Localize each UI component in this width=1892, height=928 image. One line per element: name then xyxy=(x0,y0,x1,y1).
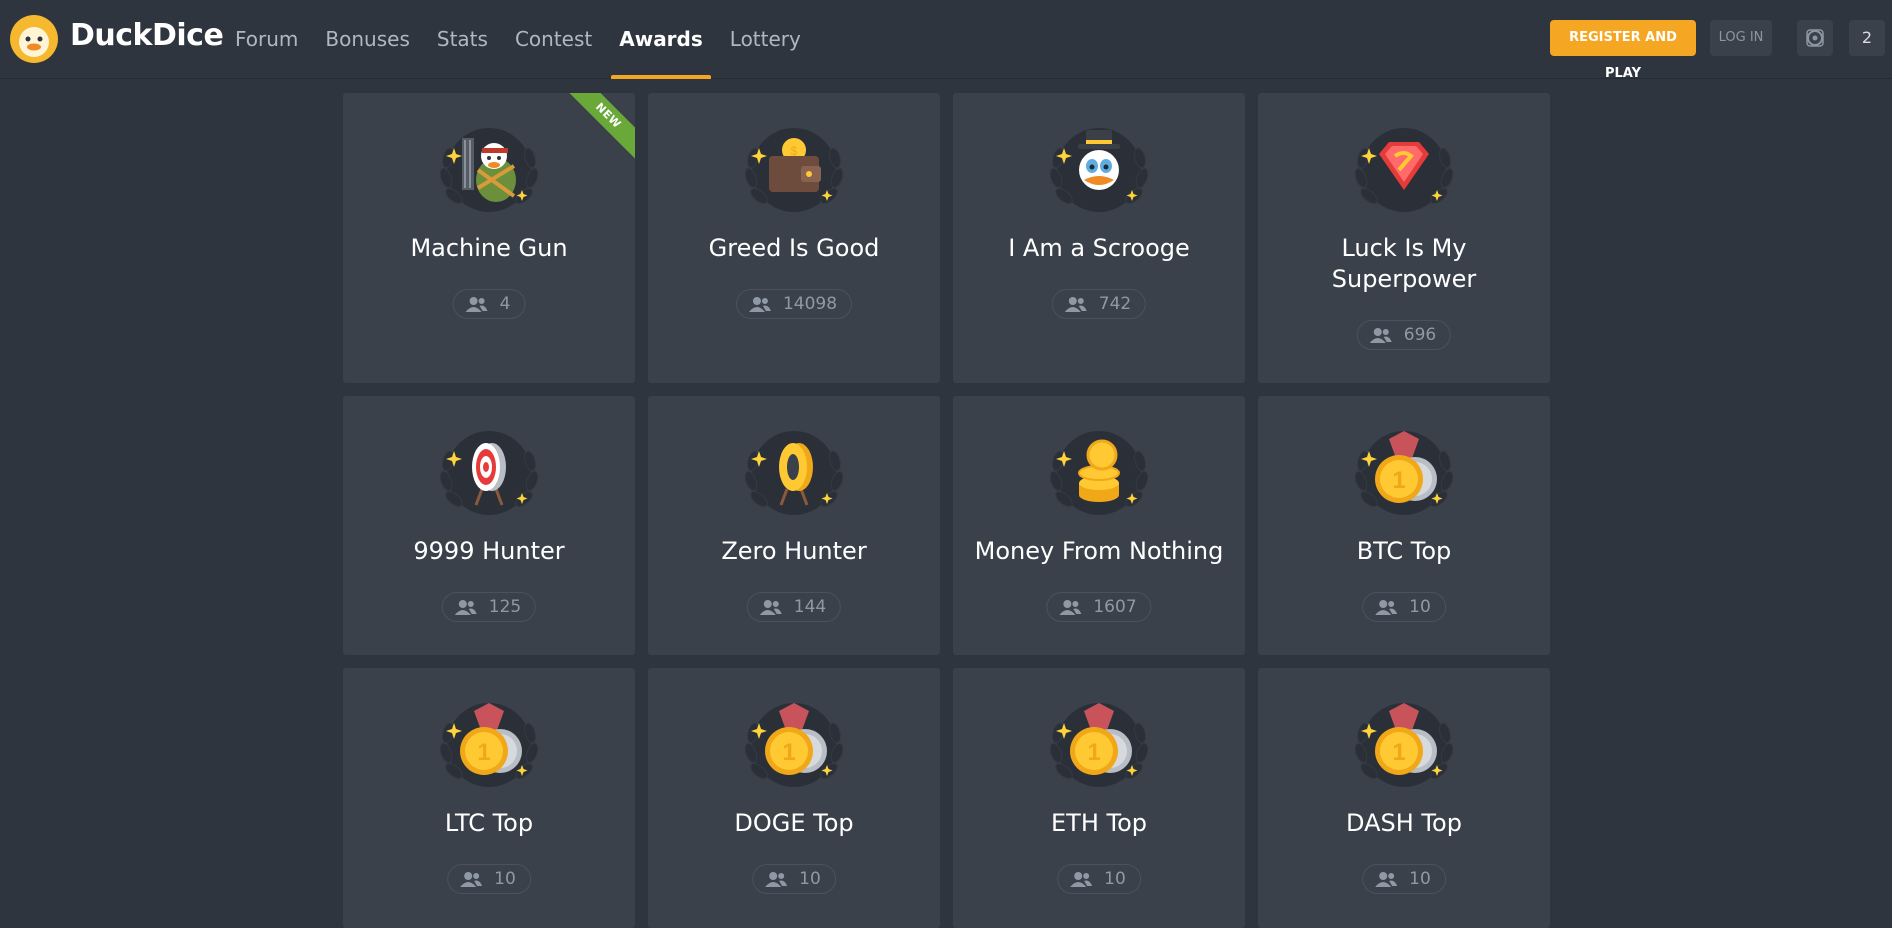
top-navigation-bar: DuckDice Forum Bonuses Stats Contest Awa… xyxy=(0,0,1892,81)
first-place-medal-icon xyxy=(742,702,846,788)
brand-name[interactable]: DuckDice xyxy=(70,18,224,53)
award-count-value: 10 xyxy=(1409,597,1431,617)
nav-item-contest[interactable]: Contest xyxy=(515,0,592,79)
nav-item-forum[interactable]: Forum xyxy=(235,0,298,79)
award-count-value: 1607 xyxy=(1093,597,1137,617)
award-count-value: 742 xyxy=(1098,294,1132,314)
users-icon xyxy=(1059,600,1082,615)
award-count-value: 14098 xyxy=(782,294,838,314)
users-icon xyxy=(454,600,477,615)
nav-item-stats[interactable]: Stats xyxy=(437,0,488,79)
award-card[interactable]: Zero Hunter 144 xyxy=(648,396,940,655)
superhero-emblem-icon xyxy=(1352,127,1456,213)
nav-item-awards[interactable]: Awards xyxy=(611,0,711,79)
award-title: 9999 Hunter xyxy=(413,537,565,565)
award-title: LTC Top xyxy=(444,809,534,837)
award-card[interactable]: Money From Nothing 1607 xyxy=(953,396,1245,655)
award-count-value: 10 xyxy=(494,869,516,889)
award-title: Greed Is Good xyxy=(708,234,880,262)
users-icon xyxy=(1375,600,1398,615)
award-title: DOGE Top xyxy=(734,809,854,837)
award-winners-count: 10 xyxy=(1362,592,1446,622)
award-title: Machine Gun xyxy=(410,234,568,262)
award-card[interactable]: 9999 Hunter 125 xyxy=(343,396,635,655)
award-title: Luck Is My Superpower xyxy=(1331,234,1477,293)
users-icon xyxy=(765,872,788,887)
coin-stack-icon xyxy=(1047,430,1151,516)
zero-coin-icon xyxy=(742,430,846,516)
users-icon xyxy=(759,600,782,615)
online-count-button[interactable]: 2 xyxy=(1849,20,1885,56)
nav-item-bonuses[interactable]: Bonuses xyxy=(325,0,409,79)
award-winners-count: 742 xyxy=(1051,289,1147,319)
award-winners-count: 10 xyxy=(447,864,531,894)
award-count-value: 4 xyxy=(499,294,511,314)
award-card[interactable]: DASH Top 10 xyxy=(1258,668,1550,928)
users-icon xyxy=(465,297,488,312)
award-card[interactable]: $ Greed Is Good 14098 xyxy=(648,93,940,383)
new-ribbon: NEW xyxy=(561,93,635,163)
log-in-button[interactable]: LOG IN xyxy=(1710,20,1772,56)
award-title: Money From Nothing xyxy=(974,537,1224,565)
first-place-medal-icon xyxy=(437,702,541,788)
first-place-medal-icon xyxy=(1352,430,1456,516)
users-icon xyxy=(1070,872,1093,887)
award-card[interactable]: DOGE Top 10 xyxy=(648,668,940,928)
svg-text:$: $ xyxy=(791,144,798,158)
first-place-medal-icon xyxy=(1047,702,1151,788)
machine-gun-duck-icon xyxy=(437,127,541,213)
award-card[interactable]: BTC Top 10 xyxy=(1258,396,1550,655)
users-icon xyxy=(748,297,771,312)
duck-logo-icon[interactable] xyxy=(10,15,58,63)
award-card[interactable]: ETH Top 10 xyxy=(953,668,1245,928)
target-icon xyxy=(437,430,541,516)
scrooge-duck-icon xyxy=(1047,127,1151,213)
settings-button[interactable] xyxy=(1797,20,1833,56)
award-card[interactable]: NEW Machine Gun 4 xyxy=(343,93,635,383)
settings-icon xyxy=(1806,29,1824,47)
first-place-medal-icon xyxy=(1352,702,1456,788)
award-title: I Am a Scrooge xyxy=(1008,234,1190,262)
award-winners-count: 10 xyxy=(1362,864,1446,894)
award-count-value: 10 xyxy=(1104,869,1126,889)
award-winners-count: 10 xyxy=(752,864,836,894)
award-winners-count: 14098 xyxy=(735,289,853,319)
award-count-value: 125 xyxy=(488,597,522,617)
wallet-icon: $ xyxy=(742,127,846,213)
award-count-value: 144 xyxy=(793,597,827,617)
award-winners-count: 696 xyxy=(1356,320,1452,350)
award-title: Zero Hunter xyxy=(721,537,867,565)
register-and-play-button[interactable]: REGISTER AND PLAY xyxy=(1550,20,1696,81)
award-count-value: 696 xyxy=(1403,325,1437,345)
award-winners-count: 1607 xyxy=(1046,592,1152,622)
award-winners-count: 125 xyxy=(441,592,537,622)
users-icon xyxy=(1369,328,1392,343)
award-title: BTC Top xyxy=(1356,537,1452,565)
award-count-value: 10 xyxy=(799,869,821,889)
users-icon xyxy=(460,872,483,887)
users-icon xyxy=(1064,297,1087,312)
award-winners-count: 4 xyxy=(452,289,526,319)
main-nav: Forum Bonuses Stats Contest Awards Lotte… xyxy=(235,0,828,79)
award-title: DASH Top xyxy=(1346,809,1462,837)
users-icon xyxy=(1375,872,1398,887)
nav-item-lottery[interactable]: Lottery xyxy=(730,0,801,79)
award-count-value: 10 xyxy=(1409,869,1431,889)
award-card[interactable]: I Am a Scrooge 742 xyxy=(953,93,1245,383)
award-card[interactable]: LTC Top 10 xyxy=(343,668,635,928)
award-card[interactable]: Luck Is My Superpower 696 xyxy=(1258,93,1550,383)
award-winners-count: 144 xyxy=(746,592,842,622)
award-title: ETH Top xyxy=(1051,809,1147,837)
award-winners-count: 10 xyxy=(1057,864,1141,894)
awards-grid: NEW Machine Gun 4 $ Greed Is Good 14098 … xyxy=(343,93,1550,928)
